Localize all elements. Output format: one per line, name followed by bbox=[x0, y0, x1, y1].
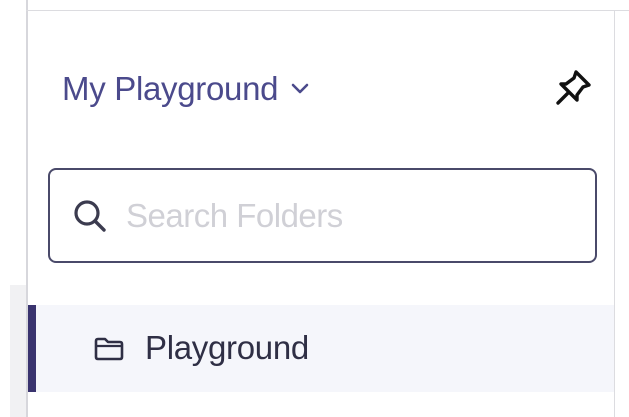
scrollbar-thumb[interactable] bbox=[10, 0, 27, 285]
folder-item-playground[interactable]: Playground bbox=[28, 305, 614, 392]
folder-icon bbox=[93, 336, 125, 362]
workspace-switcher[interactable]: My Playground bbox=[62, 64, 310, 114]
folders-panel-frame: My Playground Search Folders Playground bbox=[0, 0, 629, 417]
pushpin-icon bbox=[552, 67, 594, 114]
search-folders-box[interactable] bbox=[48, 168, 597, 263]
workspace-title: My Playground bbox=[62, 70, 279, 107]
left-gutter bbox=[0, 0, 10, 417]
panel-right-border bbox=[614, 10, 615, 417]
search-folders-input[interactable] bbox=[126, 190, 576, 242]
chevron-down-icon bbox=[290, 79, 310, 99]
pin-sidebar-button[interactable] bbox=[549, 66, 597, 114]
folder-item-label: Playground bbox=[145, 329, 309, 366]
search-icon bbox=[72, 198, 108, 234]
active-folder-indicator bbox=[28, 305, 36, 392]
folder-list-remaining bbox=[28, 392, 614, 417]
